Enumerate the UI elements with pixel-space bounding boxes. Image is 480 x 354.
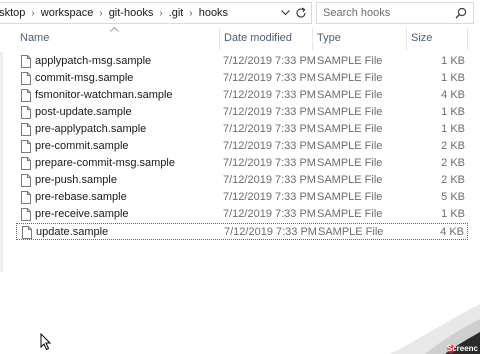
file-name: applypatch-msg.sample (35, 55, 152, 67)
watermark-label: Screenc (446, 344, 478, 353)
file-size: 1 KB (441, 123, 465, 135)
file-icon (21, 89, 31, 102)
file-type: SAMPLE File (317, 157, 383, 169)
file-icon (21, 174, 31, 187)
file-name: fsmonitor-watchman.sample (35, 89, 173, 101)
file-name: pre-push.sample (35, 174, 117, 186)
file-date-modified: 7/12/2019 7:33 PM (224, 226, 317, 238)
breadcrumb-hooks[interactable]: hooks (195, 7, 232, 19)
file-date-modified: 7/12/2019 7:33 PM (223, 157, 316, 169)
breadcrumb-git[interactable]: .git (165, 7, 188, 19)
file-icon (21, 157, 31, 170)
breadcrumb-separator[interactable]: › (157, 8, 164, 19)
file-date-modified: 7/12/2019 7:33 PM (223, 208, 316, 220)
file-size: 4 KB (441, 89, 465, 101)
breadcrumb-desktop[interactable]: esktop (0, 7, 29, 19)
file-date-modified: 7/12/2019 7:33 PM (223, 55, 316, 67)
column-header-name[interactable]: Name (16, 28, 218, 50)
file-row[interactable]: update.sample 7/12/2019 7:33 PM SAMPLE Fil… (16, 223, 468, 240)
file-size: 1 KB (441, 208, 465, 220)
file-name: update.sample (36, 226, 109, 238)
file-date-modified: 7/12/2019 7:33 PM (223, 123, 316, 135)
file-name: pre-applypatch.sample (35, 123, 147, 135)
file-name: pre-commit.sample (35, 140, 129, 152)
file-size: 1 KB (441, 55, 465, 67)
file-type: SAMPLE File (317, 72, 383, 84)
file-date-modified: 7/12/2019 7:33 PM (223, 174, 316, 186)
file-row[interactable]: pre-rebase.sample 7/12/2019 7:33 PM SAMPLE… (16, 189, 468, 206)
file-size: 2 KB (441, 140, 465, 152)
file-size: 5 KB (441, 191, 465, 203)
file-type: SAMPLE File (317, 191, 383, 203)
file-size: 2 KB (441, 157, 465, 169)
file-icon (21, 208, 31, 221)
file-size: 1 KB (441, 72, 465, 84)
file-row[interactable]: prepare-commit-msg.sample 7/12/2019 7:33 … (16, 155, 468, 172)
search-input[interactable] (317, 7, 453, 19)
file-type: SAMPLE File (317, 140, 383, 152)
file-date-modified: 7/12/2019 7:33 PM (223, 72, 316, 84)
file-type: SAMPLE File (317, 106, 383, 118)
chevron-down-icon[interactable] (277, 3, 293, 23)
recorder-watermark: Screenc (350, 294, 480, 354)
column-header-size[interactable]: Size (406, 28, 468, 50)
file-row[interactable]: pre-push.sample 7/12/2019 7:33 PM SAMPLE F… (16, 172, 468, 189)
file-type: SAMPLE File (318, 226, 384, 238)
file-type: SAMPLE File (317, 89, 383, 101)
file-name: pre-rebase.sample (35, 191, 127, 203)
file-row[interactable]: pre-commit.sample 7/12/2019 7:33 PM SAMPLE… (16, 138, 468, 155)
file-name: post-update.sample (35, 106, 132, 118)
file-date-modified: 7/12/2019 7:33 PM (223, 89, 316, 101)
address-bar[interactable]: esktop › workspace › git-hooks › .git › … (0, 2, 312, 24)
file-size: 4 KB (440, 226, 464, 238)
file-size: 2 KB (441, 174, 465, 186)
file-icon (21, 191, 31, 204)
file-icon (21, 106, 31, 119)
file-date-modified: 7/12/2019 7:33 PM (223, 106, 316, 118)
refresh-icon[interactable] (293, 3, 309, 23)
file-icon (21, 123, 31, 136)
column-header-date-modified[interactable]: Date modified (219, 28, 311, 50)
breadcrumb-workspace[interactable]: workspace (37, 7, 98, 19)
file-type: SAMPLE File (317, 55, 383, 67)
navigation-pane-edge (0, 52, 3, 272)
file-name: commit-msg.sample (35, 72, 134, 84)
search-box[interactable] (316, 2, 474, 24)
file-row[interactable]: post-update.sample 7/12/2019 7:33 PM SAMPL… (16, 104, 468, 121)
search-icon[interactable] (455, 7, 467, 19)
file-row[interactable]: applypatch-msg.sample 7/12/2019 7:33 PM SA… (16, 53, 468, 70)
file-explorer-window: esktop › workspace › git-hooks › .git › … (0, 0, 480, 354)
mouse-pointer-icon (40, 333, 52, 351)
breadcrumb-separator[interactable]: › (187, 8, 194, 19)
file-name: pre-receive.sample (35, 208, 129, 220)
file-date-modified: 7/12/2019 7:33 PM (223, 140, 316, 152)
file-icon (22, 226, 32, 239)
file-name: prepare-commit-msg.sample (35, 157, 175, 169)
column-header-type[interactable]: Type (312, 28, 405, 50)
file-row[interactable]: pre-applypatch.sample 7/12/2019 7:33 PM SA… (16, 121, 468, 138)
breadcrumb-separator[interactable]: › (97, 8, 104, 19)
file-icon (21, 140, 31, 153)
column-headers: Name Date modified Type Size (0, 28, 480, 50)
file-date-modified: 7/12/2019 7:33 PM (223, 191, 316, 203)
file-row[interactable]: pre-receive.sample 7/12/2019 7:33 PM SAMPL… (16, 206, 468, 223)
file-type: SAMPLE File (317, 174, 383, 186)
file-type: SAMPLE File (317, 123, 383, 135)
file-type: SAMPLE File (317, 208, 383, 220)
file-icon (21, 55, 31, 68)
file-size: 1 KB (441, 106, 465, 118)
file-icon (21, 72, 31, 85)
file-row[interactable]: commit-msg.sample 7/12/2019 7:33 PM SAMPLE… (16, 70, 468, 87)
breadcrumb-git-hooks[interactable]: git-hooks (105, 7, 158, 19)
breadcrumb-separator[interactable]: › (29, 8, 36, 19)
file-row[interactable]: fsmonitor-watchman.sample 7/12/2019 7:33 … (16, 87, 468, 104)
